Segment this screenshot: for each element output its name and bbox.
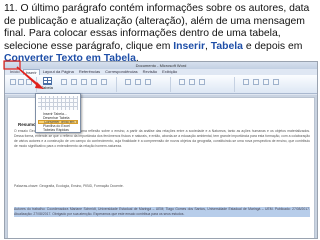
- ribbon-group-links: [121, 77, 171, 92]
- symbol-button[interactable]: [273, 79, 279, 85]
- bookmark-button[interactable]: [135, 79, 141, 85]
- crossref-button[interactable]: [145, 79, 151, 85]
- paragraph-3-selected[interactable]: Autores do trabalho: Coordenadora Marian…: [14, 207, 310, 217]
- word-screenshot: Documento - Microsoft Word Início Inseri…: [4, 61, 318, 239]
- chart-button[interactable]: [101, 79, 107, 85]
- ribbon-group-pages: [7, 77, 37, 92]
- cover-page-button[interactable]: [10, 79, 16, 85]
- table-icon[interactable]: [43, 77, 52, 85]
- instruction-text: 11. O último parágrafo contém informaçõe…: [4, 3, 318, 66]
- instruction-tabela: Tabela: [210, 40, 243, 52]
- dropcap-button[interactable]: [263, 79, 269, 85]
- menu-item-quick-tables[interactable]: Tabelas Rápidas: [38, 128, 78, 132]
- textbox-button[interactable]: [243, 79, 249, 85]
- page-number-button[interactable]: [199, 79, 205, 85]
- ribbon-group-illustrations: [57, 77, 117, 92]
- table-dropdown-menu: Inserir Tabela... Desenhar Tabela Conver…: [35, 93, 81, 133]
- window-title: Documento - Microsoft Word: [5, 62, 317, 69]
- wordart-button[interactable]: [253, 79, 259, 85]
- ribbon-group-header-footer: [175, 77, 235, 92]
- shapes-button[interactable]: [81, 79, 87, 85]
- document-heading: Resumo: [18, 122, 36, 127]
- paragraph-2: Palavras-chave: Geografia, Ecologia, Ens…: [14, 184, 124, 188]
- smartart-button[interactable]: [91, 79, 97, 85]
- clipart-button[interactable]: [71, 79, 77, 85]
- footer-button[interactable]: [189, 79, 195, 85]
- instruction-inserir: Inserir: [173, 40, 205, 52]
- header-button[interactable]: [179, 79, 185, 85]
- ribbon: Tabela: [5, 75, 317, 94]
- table-button-label[interactable]: Tabela: [41, 85, 53, 90]
- picture-button[interactable]: [61, 79, 67, 85]
- page-break-button[interactable]: [26, 79, 32, 85]
- instruction-part2: e depois em: [242, 40, 303, 52]
- ribbon-group-text: [239, 77, 315, 92]
- blank-page-button[interactable]: [18, 79, 24, 85]
- table-grid-picker[interactable]: [38, 96, 78, 110]
- hyperlink-button[interactable]: [125, 79, 131, 85]
